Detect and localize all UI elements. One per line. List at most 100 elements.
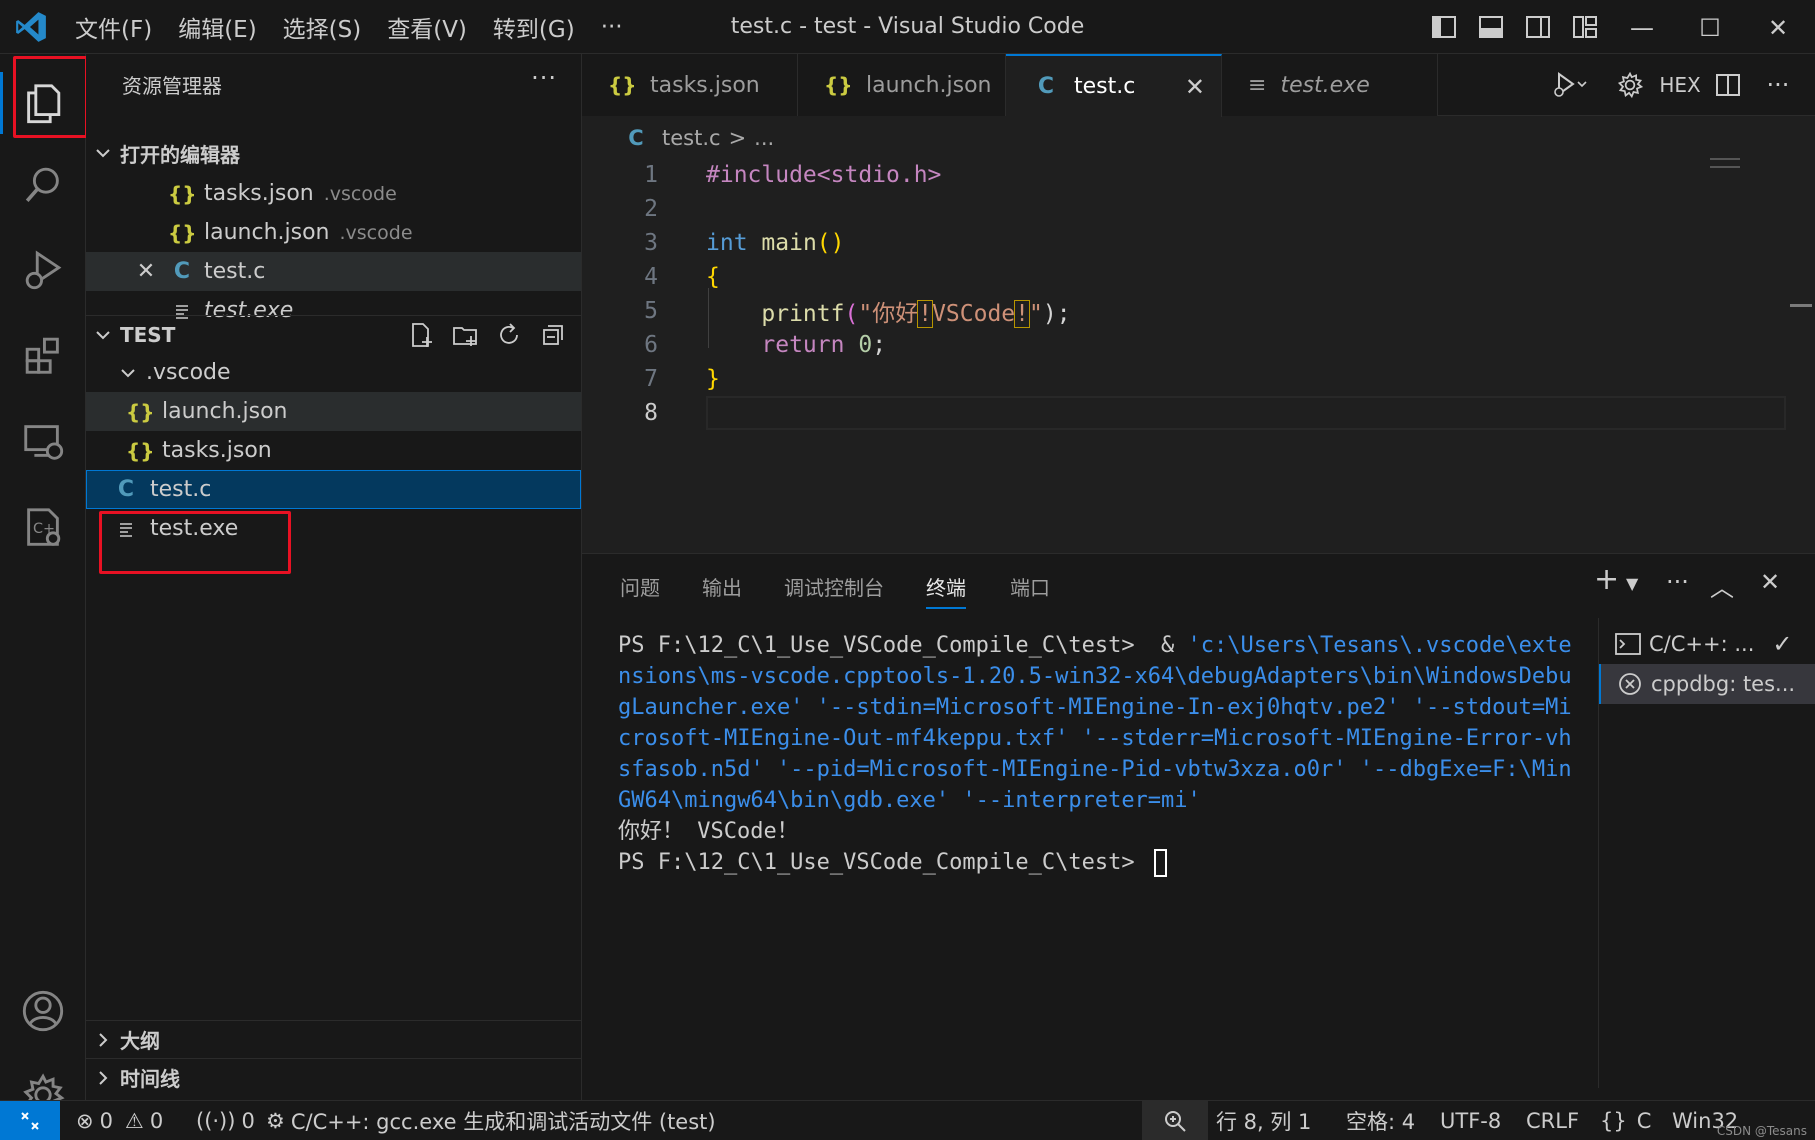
menu-edit[interactable]: 编辑(E) xyxy=(165,10,269,44)
tab-label: test.c xyxy=(1074,74,1136,99)
tab-output[interactable]: 输出 xyxy=(702,572,742,601)
menu-more[interactable]: ··· xyxy=(588,14,636,40)
breadcrumb-file[interactable]: test.c xyxy=(662,126,721,150)
tab-label: launch.json xyxy=(866,72,992,98)
refresh-icon[interactable] xyxy=(495,321,523,349)
c-file-icon: C xyxy=(173,259,191,284)
open-editor-tasks-json[interactable]: {} tasks.json .vscode xyxy=(86,174,581,213)
code-editor[interactable]: 1 #include<stdio.h> 2 3 int main() 4 { 5… xyxy=(582,158,1802,548)
menu-file[interactable]: 文件(F) xyxy=(62,10,165,44)
minimap[interactable] xyxy=(1710,158,1740,168)
terminal-line: PS F:\12_C\1_Use_VSCode_Compile_C\test> … xyxy=(618,630,1572,661)
accounts-button[interactable] xyxy=(0,972,86,1050)
toggle-secondary-sidebar-icon[interactable] xyxy=(1524,13,1552,41)
line-number: 3 xyxy=(644,230,658,256)
tab-test-c[interactable]: C test.c ✕ xyxy=(1006,54,1222,117)
remote-indicator[interactable] xyxy=(0,1101,60,1140)
tab-test-exe[interactable]: ≡ test.exe xyxy=(1222,54,1438,116)
sidebar-more-button[interactable]: ··· xyxy=(531,64,557,92)
file-tasks-json[interactable]: {} tasks.json xyxy=(86,431,581,470)
eol-status[interactable]: CRLF xyxy=(1526,1101,1579,1140)
minimap-slider[interactable] xyxy=(1790,304,1812,307)
chevron-down-icon xyxy=(86,144,120,162)
line-number: 2 xyxy=(644,196,658,222)
customize-layout-icon[interactable] xyxy=(1571,13,1599,41)
indentation-status[interactable]: 空格: 4 xyxy=(1346,1101,1415,1140)
explorer-button[interactable] xyxy=(0,64,86,142)
toggle-primary-sidebar-icon[interactable] xyxy=(1430,13,1458,41)
new-terminal-icon[interactable]: + xyxy=(1594,562,1619,597)
close-icon[interactable]: ✕ xyxy=(132,259,160,284)
file-name: test.exe xyxy=(150,516,239,541)
problems-status[interactable]: ⊗ 0 ⚠ 0 xyxy=(76,1101,163,1140)
chevron-right-icon xyxy=(86,1069,120,1087)
minimize-button[interactable]: — xyxy=(1622,8,1662,48)
json-file-icon: {} xyxy=(126,399,155,424)
folder-vscode[interactable]: .vscode xyxy=(86,353,581,392)
file-name: tasks.json xyxy=(162,438,272,463)
maximize-panel-icon[interactable]: ︿ xyxy=(1710,568,1734,603)
outline-section-header[interactable]: 大纲 xyxy=(86,1020,581,1058)
json-file-icon: {} xyxy=(168,220,197,245)
code-token: main xyxy=(761,230,817,256)
open-editor-launch-json[interactable]: {} launch.json .vscode xyxy=(86,213,581,252)
search-button[interactable] xyxy=(0,146,86,224)
chevron-down-icon[interactable]: ▼ xyxy=(1626,574,1638,593)
terminal-tabs-list: C/C++: ... ✓ cppdbg: tes... xyxy=(1598,618,1815,1088)
workspace-label: TEST xyxy=(120,322,176,347)
tab-ports[interactable]: 端口 xyxy=(1010,572,1050,601)
file-test-exe[interactable]: test.exe xyxy=(86,509,581,548)
run-debug-dropdown[interactable] xyxy=(1547,70,1591,100)
file-launch-json[interactable]: {} launch.json xyxy=(86,392,581,431)
toggle-panel-icon[interactable] xyxy=(1477,13,1505,41)
menu-view[interactable]: 查看(V) xyxy=(374,10,480,44)
close-tab-icon[interactable]: ✕ xyxy=(1185,73,1205,101)
timeline-section-header[interactable]: 时间线 xyxy=(86,1058,581,1096)
zoom-status[interactable] xyxy=(1142,1101,1208,1140)
search-icon xyxy=(25,167,59,202)
task-status[interactable]: ⚙ C/C++: gcc.exe 生成和调试活动文件 (test) xyxy=(266,1101,716,1140)
cursor-position[interactable]: 行 8, 列 1 xyxy=(1216,1101,1311,1140)
code-token: " xyxy=(1029,301,1043,327)
new-folder-icon[interactable] xyxy=(451,321,479,349)
code-token: printf xyxy=(761,301,845,327)
encoding-status[interactable]: UTF-8 xyxy=(1440,1101,1501,1140)
workspace-header[interactable]: TEST xyxy=(86,315,581,353)
tab-tasks-json[interactable]: {} tasks.json xyxy=(582,54,798,116)
tab-terminal[interactable]: 终端 xyxy=(926,572,966,609)
c-file-icon: C xyxy=(1037,74,1055,99)
language-status[interactable]: {} C xyxy=(1600,1101,1651,1140)
ports-status[interactable]: ((·)) 0 xyxy=(196,1101,255,1140)
terminal-output[interactable]: PS F:\12_C\1_Use_VSCode_Compile_C\test> … xyxy=(618,630,1572,878)
close-panel-icon[interactable]: ✕ xyxy=(1760,568,1780,596)
menu-go[interactable]: 转到(G) xyxy=(480,10,588,44)
terminal-instance-cpp-task[interactable]: C/C++: ... ✓ xyxy=(1599,624,1815,664)
terminal-instance-cppdbg[interactable]: cppdbg: tes... xyxy=(1599,664,1815,704)
tab-problems[interactable]: 问题 xyxy=(620,572,660,601)
split-editor-button[interactable] xyxy=(1710,70,1746,100)
menu-selection[interactable]: 选择(S) xyxy=(270,10,375,44)
terminal-icon xyxy=(1615,633,1641,655)
hex-editor-button[interactable]: HEX xyxy=(1659,70,1700,100)
open-editor-test-c[interactable]: ✕ C test.c xyxy=(86,252,581,291)
collapse-all-icon[interactable] xyxy=(539,321,567,349)
remote-explorer-button[interactable] xyxy=(0,402,86,480)
settings-gear-button[interactable] xyxy=(1612,70,1648,100)
open-editors-header[interactable]: 打开的编辑器 xyxy=(86,136,581,170)
close-window-button[interactable]: ✕ xyxy=(1758,8,1798,48)
editor-more-button[interactable]: ··· xyxy=(1760,70,1796,100)
run-debug-button[interactable] xyxy=(0,230,86,308)
breadcrumb-symbol[interactable]: ... xyxy=(754,126,774,150)
tab-launch-json[interactable]: {} launch.json xyxy=(798,54,1006,116)
tab-debug-console[interactable]: 调试控制台 xyxy=(784,572,884,601)
terminal-command: sfasob.n5d' '--pid=Microsoft-MIEngine-Pi… xyxy=(618,757,1572,782)
maximize-button[interactable]: ☐ xyxy=(1690,8,1730,48)
cmake-button[interactable]: C+ xyxy=(0,488,86,566)
terminal-command: gLauncher.exe' '--stdin=Microsoft-MIEngi… xyxy=(618,695,1572,720)
extensions-button[interactable] xyxy=(0,316,86,394)
new-file-icon[interactable] xyxy=(407,321,435,349)
panel-more-icon[interactable]: ··· xyxy=(1666,568,1689,596)
file-test-c[interactable]: C test.c xyxy=(86,470,581,509)
editor-tab-bar: {} tasks.json {} launch.json C test.c ✕ … xyxy=(582,54,1815,117)
vscode-logo-icon xyxy=(16,12,46,42)
